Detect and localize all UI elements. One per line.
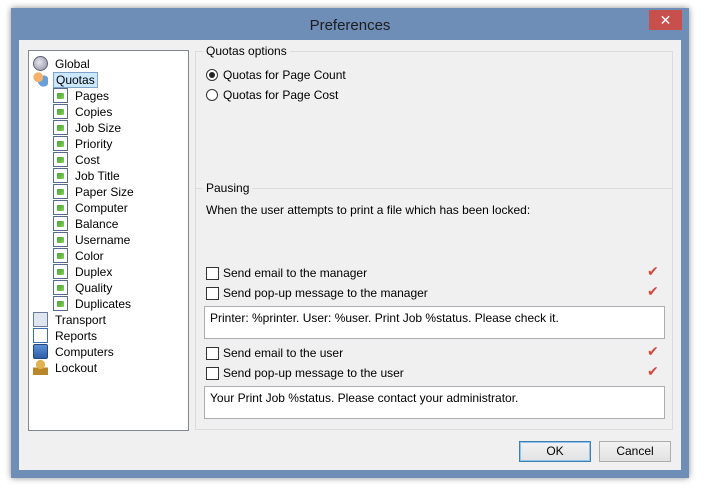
tree-item-label: Transport [55, 313, 106, 327]
quota-icon [53, 120, 68, 135]
category-tree[interactable]: Global Quotas Pages Copies Job Size Priority C… [28, 50, 189, 431]
quota-icon [53, 184, 68, 199]
popup-user-label: Send pop-up message to the user [223, 366, 404, 380]
manager-message-input[interactable]: Printer: %printer. User: %user. Print Jo… [204, 306, 665, 339]
tree-item-label: Cost [75, 153, 100, 167]
user-message-input[interactable]: Your Print Job %status. Please contact y… [204, 386, 665, 419]
radio-page-count-indicator[interactable] [206, 69, 218, 81]
popup-manager-check[interactable] [206, 287, 219, 300]
radio-page-count-label: Quotas for Page Count [223, 68, 346, 82]
email-user-label: Send email to the user [223, 346, 344, 360]
tree-item-label: Job Title [75, 169, 120, 183]
quota-icon [53, 152, 68, 167]
quota-icon [53, 216, 68, 231]
close-icon: ✕ [659, 12, 672, 28]
quota-icon [53, 168, 68, 183]
globe-icon [33, 56, 48, 71]
pausing-description: When the user attempts to print a file w… [206, 203, 531, 217]
email-manager-tick-icon: ✔ [647, 263, 659, 279]
popup-manager-tick-icon: ✔ [647, 283, 659, 299]
popup-user-check[interactable] [206, 367, 219, 380]
tree-item-label: Color [75, 249, 104, 263]
radio-page-cost-label: Quotas for Page Cost [223, 88, 339, 102]
quota-icon [53, 248, 68, 263]
quotas-options-group: Quotas options Quotas for Page Count Quo… [195, 44, 673, 189]
tree-item-label: Username [75, 233, 131, 247]
tree-item-label: Quotas [53, 72, 98, 88]
quota-icon [53, 264, 68, 279]
tree-item-label: Reports [55, 329, 98, 343]
quota-icon [53, 200, 68, 215]
computers-icon [33, 344, 48, 359]
tree-item-label: Quality [75, 281, 113, 295]
lockout-icon [33, 360, 48, 375]
quota-icon [53, 104, 68, 119]
tree-item-label: Paper Size [75, 185, 134, 199]
tree-item-label: Lockout [55, 361, 98, 375]
email-manager-check[interactable] [206, 267, 219, 280]
pausing-group: Pausing When the user attempts to print … [195, 181, 673, 430]
tree-item-label: Balance [75, 217, 119, 231]
quota-icon [53, 136, 68, 151]
email-manager-label: Send email to the manager [223, 266, 368, 280]
tree-item-label: Copies [75, 105, 113, 119]
quotas-options-title: Quotas options [203, 44, 290, 58]
reports-icon [33, 328, 48, 343]
window-title: Preferences [309, 17, 391, 34]
email-user-check[interactable] [206, 347, 219, 360]
popup-user-tick-icon: ✔ [647, 363, 659, 379]
title-bar[interactable]: Preferences ✕ [11, 8, 689, 40]
preferences-window: Preferences ✕ Global Quotas Pages Copies Job… [11, 8, 689, 478]
close-button[interactable]: ✕ [649, 10, 682, 30]
ok-button[interactable]: OK [519, 441, 591, 462]
quota-icon [53, 232, 68, 247]
email-user-tick-icon: ✔ [647, 343, 659, 359]
tree-item-label: Duplicates [75, 297, 132, 311]
tree-item-label: Global [55, 57, 90, 71]
popup-manager-label: Send pop-up message to the manager [223, 286, 428, 300]
tree-item-label: Priority [75, 137, 113, 151]
radio-page-cost-indicator[interactable] [206, 89, 218, 101]
tree-item-label: Computers [55, 345, 114, 359]
transport-icon [33, 312, 48, 327]
quota-icon [53, 280, 68, 295]
tree-item-label: Duplex [75, 265, 113, 279]
dialog-body: Global Quotas Pages Copies Job Size Priority C… [19, 40, 681, 470]
users-icon [33, 72, 48, 87]
pausing-title: Pausing [203, 181, 253, 195]
quota-icon [53, 88, 68, 103]
tree-item-label: Job Size [75, 121, 122, 135]
tree-item-label: Computer [75, 201, 128, 215]
cancel-button[interactable]: Cancel [599, 441, 671, 462]
quota-icon [53, 296, 68, 311]
tree-item-label: Pages [75, 89, 110, 103]
